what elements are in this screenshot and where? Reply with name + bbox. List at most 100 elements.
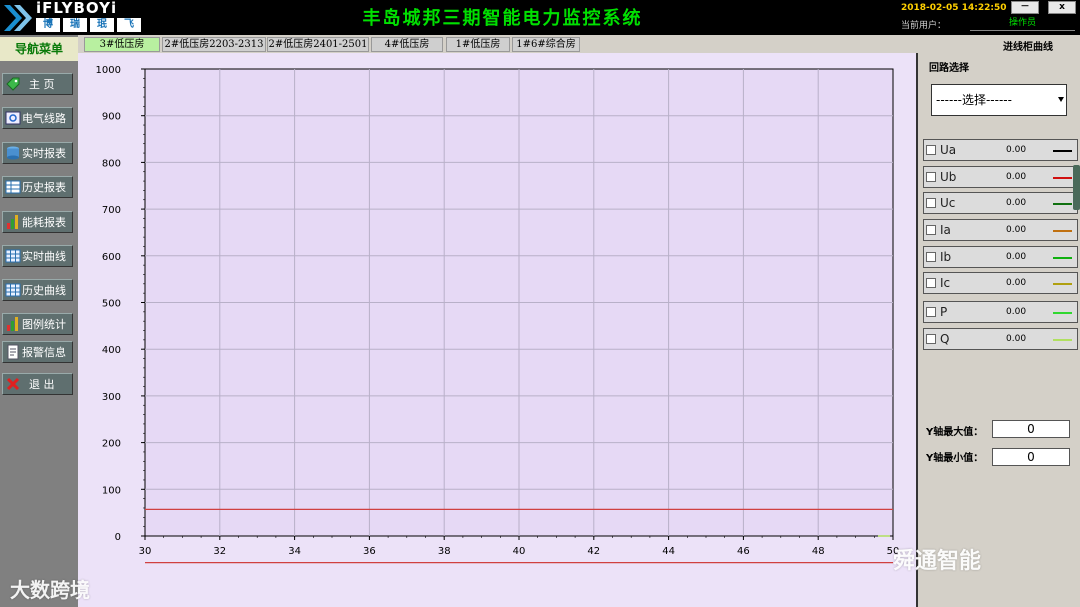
series-row-ub[interactable]: Ub 0.00 (923, 166, 1078, 188)
series-row-ib[interactable]: Ib 0.00 (923, 246, 1078, 268)
series-color-swatch (1053, 150, 1072, 152)
sidebar-item-legend-stats[interactable]: 图例统计 (2, 313, 73, 335)
sidebar-item-label: 实时报表 (22, 147, 66, 160)
database-icon (5, 145, 21, 161)
series-name: Ic (940, 276, 951, 290)
tag-icon (5, 76, 21, 92)
document-icon (5, 344, 21, 360)
tab-room-combined[interactable]: 1#6#综合房 (512, 37, 580, 52)
series-checkbox[interactable] (926, 307, 936, 317)
chart-area: 30 32 34 36 38 40 42 44 46 48 50 0 100 200 300 400 500 6… (78, 53, 916, 607)
y-max-input[interactable]: 0 (992, 420, 1070, 438)
x-axis-ticks: 30 32 34 36 38 40 42 44 46 48 50 (139, 536, 899, 557)
x-tick-label: 32 (213, 546, 226, 557)
series-row-p[interactable]: P 0.00 (923, 301, 1078, 323)
y-tick-label: 500 (102, 299, 121, 310)
y-tick-label: 900 (102, 112, 121, 123)
series-name: Ib (940, 250, 952, 264)
close-button[interactable]: x (1048, 1, 1076, 14)
datetime-display: 2018-02-05 14:22:50 (901, 3, 1007, 13)
chevron-down-icon (1058, 97, 1064, 102)
series-value: 0.00 (1006, 145, 1027, 155)
series-color-swatch (1053, 312, 1072, 314)
loop-select-value: ------选择------ (936, 93, 1012, 107)
series-name: Uc (940, 196, 956, 210)
tab-room-2-b[interactable]: 2#低压房2401-2501 (267, 37, 369, 52)
series-color-swatch (1053, 257, 1072, 259)
y-tick-label: 400 (102, 345, 121, 356)
grid-icon (5, 248, 21, 264)
tab-room-3[interactable]: 3#低压房 (84, 37, 160, 52)
series-color-swatch (1053, 177, 1072, 179)
page-heading: 进线柜曲线 (1003, 42, 1053, 53)
diagram-icon (5, 110, 21, 126)
sidebar-item-label: 实时曲线 (22, 250, 66, 263)
sidebar-item-home[interactable]: 主 页 (2, 73, 73, 95)
bar-chart-icon (5, 214, 21, 230)
grid-icon (5, 282, 21, 298)
series-checkbox[interactable] (926, 334, 936, 344)
series-checkbox[interactable] (926, 278, 936, 288)
series-checkbox[interactable] (926, 252, 936, 262)
series-value: 0.00 (1006, 252, 1027, 262)
loop-select-dropdown[interactable]: ------选择------ (931, 84, 1067, 116)
sidebar-item-history-report[interactable]: 历史报表 (2, 176, 73, 198)
series-name: Q (940, 332, 950, 346)
y-tick-label: 1000 (96, 65, 121, 76)
sidebar-item-energy-report[interactable]: 能耗报表 (2, 211, 73, 233)
sidebar-item-label: 图例统计 (22, 318, 66, 331)
series-color-swatch (1053, 283, 1072, 285)
series-name: Ia (940, 223, 951, 237)
sidebar-item-realtime-curve[interactable]: 实时曲线 (2, 245, 73, 267)
x-tick-label: 36 (363, 546, 376, 557)
sidebar-item-realtime-report[interactable]: 实时报表 (2, 142, 73, 164)
watermark-left: 大数跨境 (10, 578, 90, 602)
y-tick-label: 300 (102, 392, 121, 403)
sidebar-item-label: 历史报表 (22, 181, 66, 194)
series-value: 0.00 (1006, 334, 1027, 344)
series-checkbox[interactable] (926, 172, 936, 182)
series-name: P (940, 305, 948, 319)
series-row-q[interactable]: Q 0.00 (923, 328, 1078, 350)
sidebar-item-alarm[interactable]: 报警信息 (2, 341, 73, 363)
side-scroll-handle[interactable] (1073, 165, 1080, 210)
tab-room-1[interactable]: 1#低压房 (446, 37, 510, 52)
y-min-input[interactable]: 0 (992, 448, 1070, 466)
series-row-ua[interactable]: Ua 0.00 (923, 139, 1078, 161)
series-color-swatch (1053, 339, 1072, 341)
series-name: Ua (940, 143, 957, 157)
series-row-uc[interactable]: Uc 0.00 (923, 192, 1078, 214)
sidebar-item-exit[interactable]: 退 出 (2, 373, 73, 395)
header-bar: iFLYBOYi 博 瑞 珉 飞 丰岛城邦三期智能电力监控系统 2018-02-… (0, 0, 1080, 35)
loop-select-label: 回路选择 (929, 63, 969, 74)
sidebar-item-label: 历史曲线 (22, 284, 66, 297)
current-user-label: 当前用户： (901, 21, 947, 31)
sidebar: 导航菜单 主 页 电气线路 实时报表 历史报表 能耗报表 实时曲线 历史曲线 图… (0, 35, 78, 607)
series-row-ic[interactable]: Ic 0.00 (923, 272, 1078, 294)
y-tick-label: 200 (102, 439, 121, 450)
x-tick-label: 48 (812, 546, 825, 557)
sidebar-item-history-curve[interactable]: 历史曲线 (2, 279, 73, 301)
series-value: 0.00 (1006, 278, 1027, 288)
x-tick-label: 30 (139, 546, 152, 557)
current-user-value: 操作员 (970, 16, 1075, 31)
y-min-label: Y轴最小值： (926, 453, 984, 464)
series-checkbox[interactable] (926, 145, 936, 155)
series-value: 0.00 (1006, 225, 1027, 235)
series-row-ia[interactable]: Ia 0.00 (923, 219, 1078, 241)
sidebar-item-label: 电气线路 (22, 112, 66, 125)
series-checkbox[interactable] (926, 225, 936, 235)
y-tick-label: 700 (102, 205, 121, 216)
watermark-right: 舜通智能 (893, 549, 982, 574)
y-tick-label: 0 (115, 532, 121, 543)
series-checkbox[interactable] (926, 198, 936, 208)
x-tick-label: 40 (513, 546, 526, 557)
tab-room-4[interactable]: 4#低压房 (371, 37, 443, 52)
tab-room-2-a[interactable]: 2#低压房2203-2313 (162, 37, 266, 52)
minimize-button[interactable]: － (1011, 1, 1039, 14)
x-tick-label: 44 (662, 546, 675, 557)
sidebar-item-label: 主 页 (29, 78, 55, 91)
sidebar-item-label: 能耗报表 (22, 216, 66, 229)
sidebar-item-electrical[interactable]: 电气线路 (2, 107, 73, 129)
sidebar-item-label: 退 出 (29, 378, 55, 391)
